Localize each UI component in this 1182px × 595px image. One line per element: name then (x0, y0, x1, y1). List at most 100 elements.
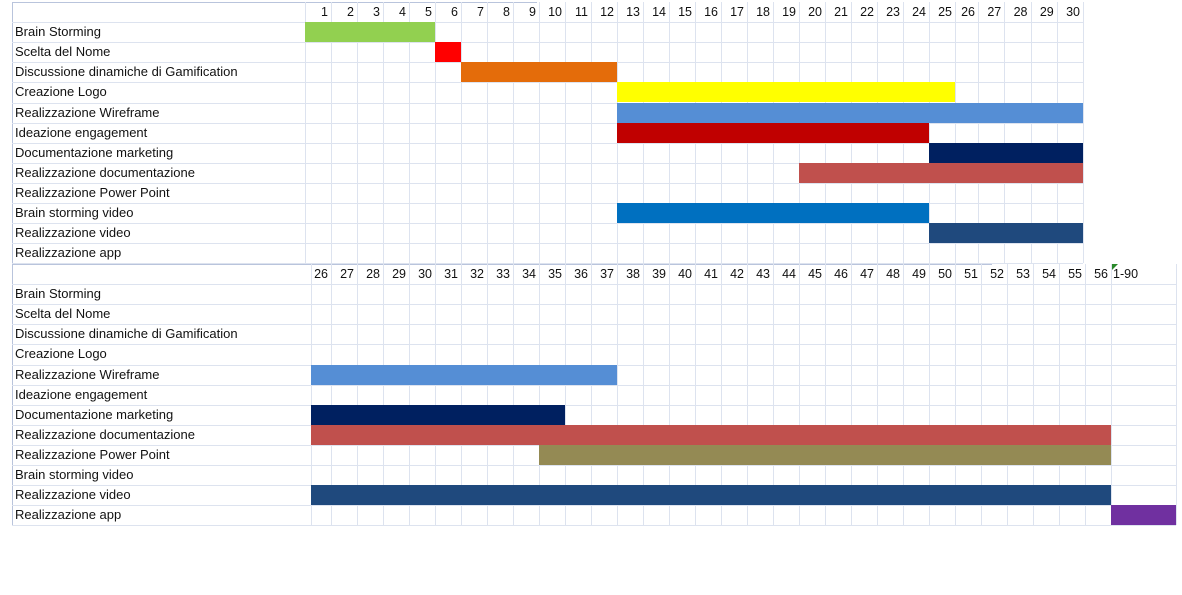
grid-col-line (513, 2, 514, 264)
day-header: 6 (451, 5, 458, 19)
day-header: 48 (886, 267, 900, 281)
gantt-bar-ideazione-engagement (617, 122, 929, 143)
day-header: 23 (886, 5, 900, 19)
task-label: Realizzazione documentazione (15, 164, 195, 180)
gantt-bar-realizzazione-documentazione (799, 162, 1083, 183)
task-label: Realizzazione video (15, 487, 131, 503)
task-label: Creazione Logo (15, 346, 107, 362)
day-header: 29 (392, 267, 406, 281)
day-header: 33 (496, 267, 510, 281)
task-label: Realizzazione Power Point (15, 446, 170, 462)
day-header: 45 (808, 267, 822, 281)
day-header: 42 (730, 267, 744, 281)
day-header: 51 (964, 267, 978, 281)
grid-col-line (1083, 2, 1084, 264)
day-header: 25 (938, 5, 952, 19)
day-header: 13 (626, 5, 640, 19)
day-header: 1-90 (1113, 267, 1139, 281)
day-header: 47 (860, 267, 874, 281)
task-label: Realizzazione documentazione (15, 426, 195, 442)
day-header: 29 (1039, 5, 1054, 19)
grid-col-line (591, 2, 592, 264)
grid-row-line (12, 284, 1176, 286)
grid-row-line (12, 182, 1083, 184)
day-header: 22 (860, 5, 874, 19)
task-label: Scelta del Nome (15, 44, 111, 60)
task-label: Realizzazione app (15, 507, 122, 523)
day-header: 43 (756, 267, 770, 281)
gantt-bar-brain-storming-video (617, 203, 929, 223)
day-header: 36 (574, 267, 588, 281)
day-header: 27 (340, 267, 354, 281)
task-label: Documentazione marketing (15, 406, 174, 422)
day-header: 55 (1068, 267, 1082, 281)
day-header: 56 (1094, 267, 1108, 281)
day-header: 37 (600, 267, 614, 281)
day-header: 17 (730, 5, 744, 19)
gantt-bar-brain-storming (305, 22, 435, 43)
day-header: 49 (912, 267, 926, 281)
grid-row-line (12, 223, 1083, 225)
gantt-bar-realizzazione-video (929, 223, 1083, 244)
day-header: 10 (548, 5, 562, 19)
gantt-bar-realizzazione-wireframe (617, 102, 1083, 123)
grid-row-line (12, 344, 1176, 346)
task-label: Ideazione engagement (15, 386, 148, 402)
task-label: Brain storming video (15, 467, 134, 482)
day-header: 16 (704, 5, 718, 19)
grid-row-line (12, 505, 1176, 507)
task-label: Ideazione engagement (15, 124, 148, 140)
task-label: Realizzazione Power Point (15, 184, 170, 200)
day-header: 20 (808, 5, 822, 19)
gantt-bar-realizzazione-documentazione (311, 424, 1111, 445)
gantt-bar-realizzazione-video (311, 485, 1111, 506)
gantt-bar-realizzazione-app (1111, 505, 1176, 526)
day-header: 50 (938, 267, 952, 281)
day-header: 7 (477, 5, 484, 19)
day-header: 5 (425, 5, 432, 19)
day-header: 30 (1066, 5, 1080, 19)
grid-row-line (12, 404, 1176, 406)
day-header: 26 (314, 267, 328, 281)
day-header: 30 (418, 267, 432, 281)
grid-col-line (565, 2, 566, 264)
day-header: 12 (600, 5, 614, 19)
task-label: Realizzazione app (15, 245, 122, 261)
day-header: 31 (444, 267, 458, 281)
gantt-bar-documentazione-marketing (311, 404, 565, 425)
day-header: 40 (678, 267, 692, 281)
grid-col-line (487, 2, 488, 264)
day-header: 52 (990, 267, 1004, 281)
task-label: Realizzazione video (15, 225, 131, 241)
day-header: 9 (529, 5, 536, 19)
task-label: Brain storming video (15, 205, 134, 220)
day-header: 28 (366, 267, 380, 281)
day-header: 11 (575, 5, 588, 19)
day-header: 41 (704, 267, 718, 281)
task-label: Discussione dinamiche di Gamification (15, 64, 238, 80)
task-label: Documentazione marketing (15, 144, 174, 160)
day-header: 27 (987, 5, 1002, 19)
gantt-bar-realizzazione-wireframe (311, 364, 617, 385)
day-header: 8 (503, 5, 510, 19)
task-label: Creazione Logo (15, 84, 107, 100)
task-label: Scelta del Nome (15, 306, 111, 322)
day-header: 1 (321, 5, 328, 19)
day-header: 32 (470, 267, 484, 281)
day-header: 44 (782, 267, 796, 281)
grid-row-line (12, 525, 1176, 527)
day-header: 2 (347, 5, 354, 19)
day-header: 26 (961, 5, 975, 19)
gantt-bar-scelta-del-nome (435, 42, 461, 63)
grid-col-line (435, 2, 436, 264)
day-header: 34 (522, 267, 536, 281)
day-header: 53 (1016, 267, 1030, 281)
day-header: 46 (834, 267, 848, 281)
task-label: Brain Storming (15, 286, 101, 302)
day-header: 39 (652, 267, 666, 281)
task-label: Brain Storming (15, 24, 101, 40)
day-header: 54 (1042, 267, 1056, 281)
grid-row-line (12, 384, 1176, 386)
gantt-bar-creazione-logo (617, 82, 955, 103)
gantt-bar-realizzazione-power-point (539, 444, 1111, 465)
